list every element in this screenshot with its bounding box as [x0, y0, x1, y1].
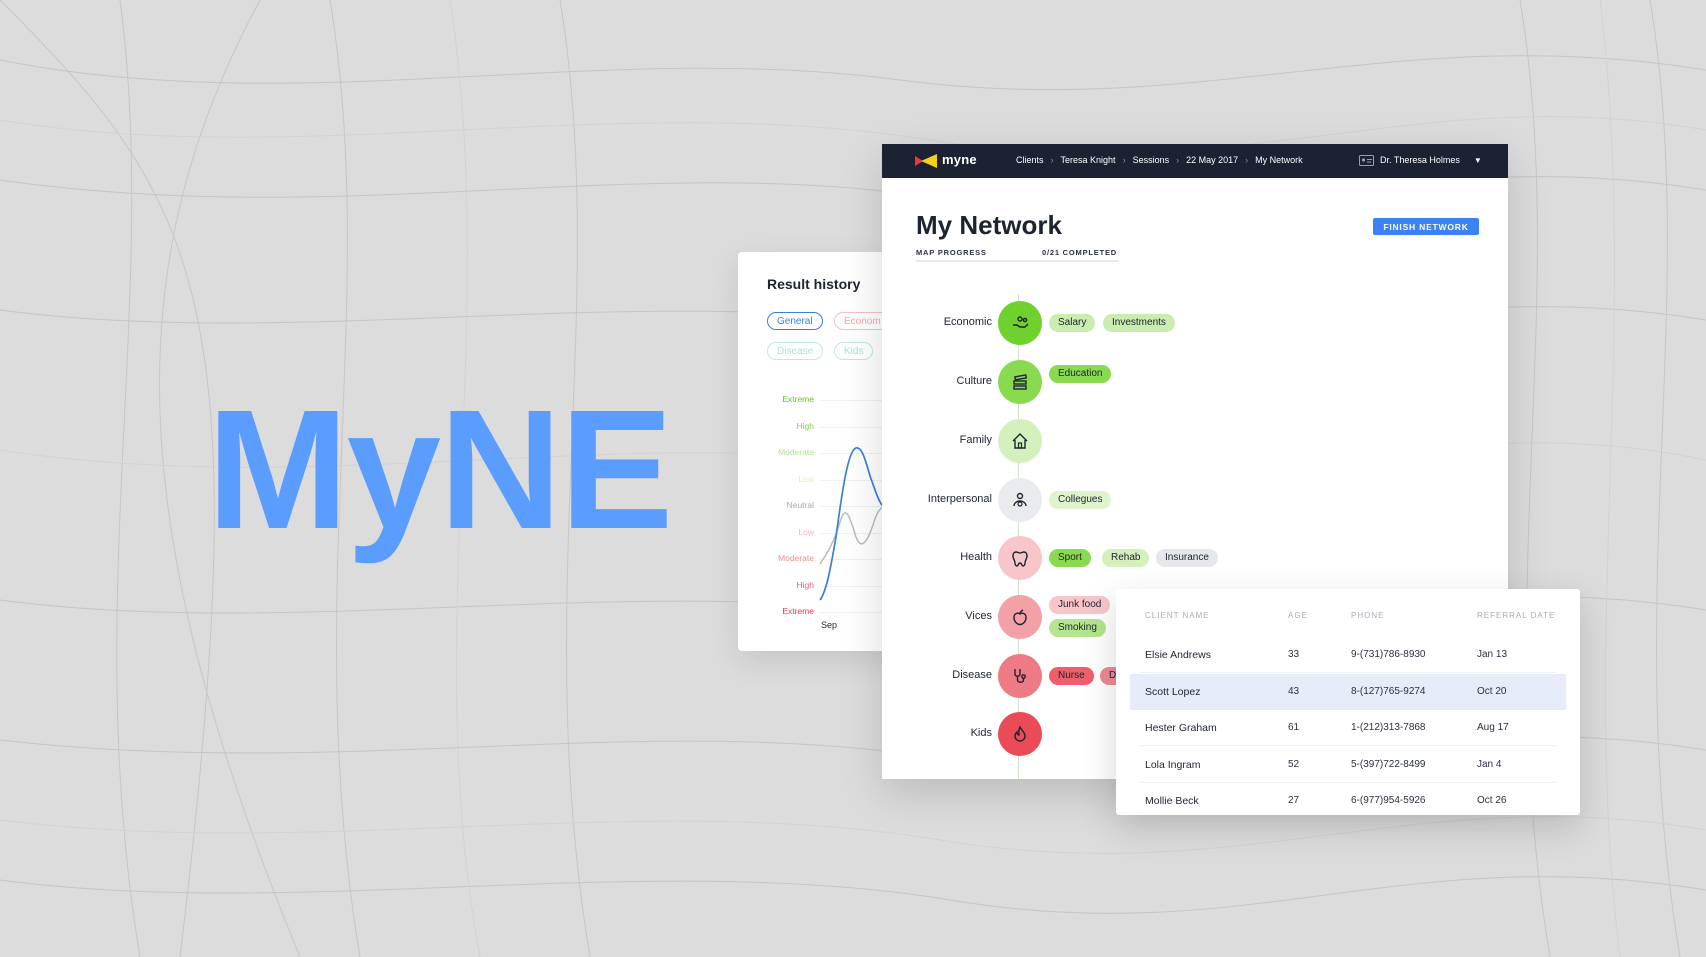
category-row-interpersonal: Interpersonal Collegues — [882, 478, 1508, 522]
category-row-economic: Economic Salary Investments — [882, 301, 1508, 345]
client-phone: 8-(127)765-9274 — [1351, 685, 1426, 697]
logo-text: myne — [942, 152, 977, 167]
hero-title: MyNE — [207, 375, 673, 565]
user-menu[interactable]: Dr. Theresa Holmes ▼ — [1359, 154, 1482, 166]
hand-coins-icon — [1013, 316, 1029, 328]
client-age: 43 — [1288, 685, 1300, 697]
breadcrumb-clients[interactable]: Clients — [1016, 155, 1044, 165]
category-label: Vices — [965, 610, 992, 622]
client-age: 33 — [1288, 649, 1300, 660]
category-label: Disease — [952, 669, 992, 681]
logo-mark-icon — [915, 154, 937, 168]
table-row[interactable]: Mollie Beck 27 6-(977)954-5926 Oct 26 — [1130, 783, 1566, 815]
client-name: Elsie Andrews — [1145, 649, 1211, 661]
client-phone: 5-(397)722-8499 — [1351, 758, 1426, 770]
category-node-kids[interactable] — [998, 712, 1042, 756]
clients-table-card: CLIENT NAME AGE PHONE REFERRAL DATE Elsi… — [1116, 589, 1580, 815]
finish-network-button[interactable]: FINISH NETWORK — [1373, 218, 1479, 235]
client-referral-date: Aug 17 — [1477, 722, 1509, 733]
table-row[interactable]: Scott Lopez 43 8-(127)765-9274 Oct 20 — [1130, 673, 1566, 710]
category-node-vices[interactable] — [998, 595, 1042, 639]
category-label: Interpersonal — [927, 493, 992, 505]
map-progress-bar — [916, 260, 1119, 262]
category-row-health: Health Sport Rehab Insurance — [882, 536, 1508, 580]
id-card-icon — [1359, 155, 1374, 166]
chevron-right-icon: › — [1245, 155, 1249, 165]
client-phone: 9-(731)786-8930 — [1351, 649, 1426, 660]
client-name: Hester Graham — [1145, 722, 1217, 734]
page-title: My Network — [916, 210, 1062, 240]
chevron-right-icon: › — [1176, 155, 1180, 165]
header-client-name[interactable]: CLIENT NAME — [1145, 611, 1210, 620]
tag[interactable]: Collegues — [1049, 491, 1112, 509]
category-row-family: Family — [882, 419, 1508, 463]
client-phone: 1-(212)313-7868 — [1351, 722, 1426, 733]
tag[interactable]: Salary — [1049, 314, 1096, 332]
table-row[interactable]: Lola Ingram 52 5-(397)722-8499 Jan 4 — [1130, 747, 1566, 783]
category-label: Economic — [943, 316, 992, 328]
table-row[interactable]: Elsie Andrews 33 9-(731)786-8930 Jan 13 — [1130, 637, 1566, 673]
history-series-blue — [819, 447, 889, 601]
top-navigation-bar: myne Clients › Teresa Knight › Sessions … — [882, 144, 1508, 178]
client-age: 61 — [1288, 722, 1300, 733]
category-row-culture: Culture Education — [882, 360, 1508, 404]
breadcrumb-current: My Network — [1255, 155, 1303, 165]
table-row[interactable]: Hester Graham 61 1-(212)313-7868 Aug 17 — [1130, 710, 1566, 746]
header-referral-date[interactable]: REFERRAL DATE — [1477, 611, 1555, 620]
client-age: 27 — [1288, 795, 1300, 806]
category-node-health[interactable] — [998, 536, 1042, 580]
books-icon — [1013, 374, 1028, 390]
house-icon — [1012, 433, 1028, 449]
tag[interactable]: Investments — [1103, 314, 1175, 332]
client-referral-date: Jan 13 — [1477, 649, 1508, 660]
history-series-gray — [819, 506, 889, 565]
tag[interactable]: Sport — [1049, 549, 1091, 567]
chevron-right-icon: › — [1050, 155, 1054, 165]
client-referral-date: Oct 20 — [1477, 685, 1507, 697]
map-progress-label: MAP PROGRESS — [916, 248, 987, 257]
category-label: Family — [959, 434, 992, 446]
category-node-interpersonal[interactable] — [998, 478, 1042, 522]
client-age: 52 — [1288, 758, 1300, 770]
stethoscope-icon — [1014, 669, 1026, 683]
client-phone: 6-(977)954-5926 — [1351, 795, 1426, 806]
category-node-family[interactable] — [998, 419, 1042, 463]
flame-icon — [1014, 725, 1026, 742]
breadcrumb-sessions[interactable]: Sessions — [1133, 155, 1170, 165]
category-node-culture[interactable] — [998, 360, 1042, 404]
header-age[interactable]: AGE — [1288, 611, 1308, 620]
chevron-right-icon: › — [1122, 155, 1126, 165]
tag[interactable]: Nurse — [1049, 667, 1094, 685]
chevron-down-icon: ▼ — [1473, 155, 1482, 165]
tag[interactable]: Education — [1049, 365, 1112, 383]
breadcrumb-date[interactable]: 22 May 2017 — [1186, 155, 1238, 165]
client-name: Lola Ingram — [1145, 758, 1201, 771]
breadcrumb-client[interactable]: Teresa Knight — [1061, 155, 1116, 165]
tooth-icon — [1012, 551, 1028, 567]
people-icon — [1013, 492, 1027, 507]
category-node-disease[interactable] — [998, 654, 1042, 698]
breadcrumb: Clients › Teresa Knight › Sessions › 22 … — [1016, 155, 1303, 165]
client-name: Mollie Beck — [1145, 795, 1199, 807]
tag[interactable]: Smoking — [1049, 619, 1106, 637]
category-label: Kids — [970, 727, 992, 739]
header-phone[interactable]: PHONE — [1351, 611, 1384, 620]
map-progress-value: 0/21 COMPLETED — [1042, 248, 1117, 257]
apple-icon — [1013, 609, 1027, 626]
category-label: Health — [960, 551, 992, 563]
user-name: Dr. Theresa Holmes — [1380, 155, 1460, 165]
tag[interactable]: Insurance — [1156, 549, 1218, 567]
history-x-label: Sep — [821, 620, 838, 630]
client-referral-date: Oct 26 — [1477, 795, 1507, 806]
client-name: Scott Lopez — [1145, 685, 1201, 698]
category-node-economic[interactable] — [998, 301, 1042, 345]
tag[interactable]: Rehab — [1102, 549, 1150, 567]
tag[interactable]: Junk food — [1049, 596, 1111, 614]
category-label: Culture — [956, 375, 992, 387]
client-referral-date: Jan 4 — [1477, 758, 1502, 770]
